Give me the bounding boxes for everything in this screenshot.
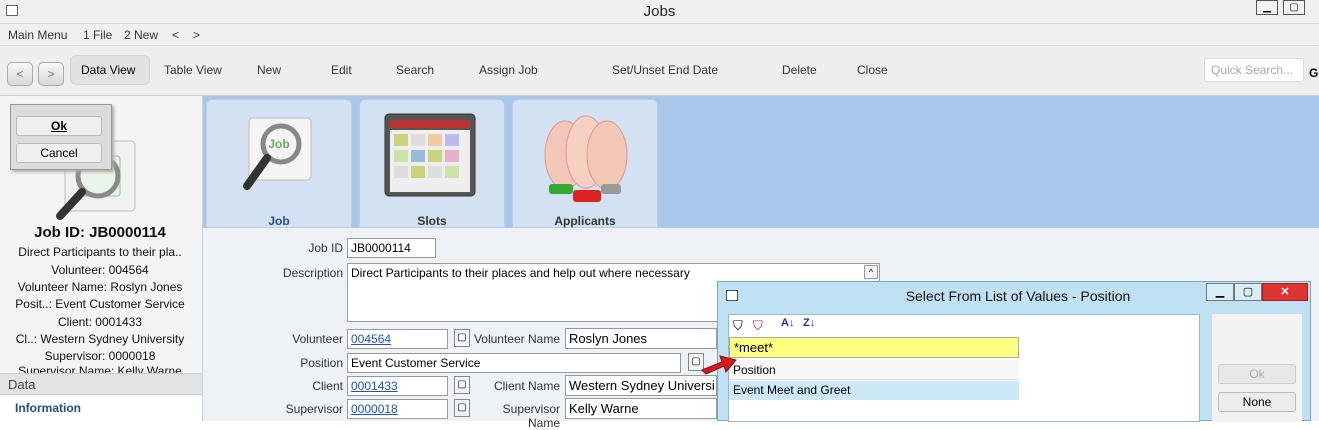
- forward-button[interactable]: >: [38, 62, 64, 86]
- popup-ok-button[interactable]: Ok: [1218, 364, 1296, 384]
- menu-main[interactable]: Main Menu: [8, 28, 67, 42]
- supervisor-label: Supervisor: [285, 402, 343, 416]
- client-label: Client: [312, 379, 343, 393]
- popup-list-panel: ⛉ ⛉ A↓ Z↓ *meet* Position Event Meet and…: [728, 314, 1200, 422]
- raised-hands-icon: [544, 115, 628, 202]
- tab-applicants[interactable]: Applicants: [512, 99, 658, 228]
- supervisor-name-field[interactable]: Kelly Warne: [565, 398, 717, 419]
- supervisor-field[interactable]: 0000018: [347, 399, 448, 419]
- nav-section-label: Data: [8, 377, 36, 392]
- volunteer-field[interactable]: 004564: [347, 329, 448, 349]
- menu-file[interactable]: 1 File: [83, 28, 112, 42]
- menu-next[interactable]: >: [193, 28, 200, 42]
- tab-applicants-label: Applicants: [554, 214, 616, 228]
- summary-supervisor-name: Supervisor Name: Kelly Warne: [18, 364, 182, 373]
- client-lookup-icon[interactable]: ▢: [454, 376, 470, 394]
- new-button[interactable]: New: [257, 63, 281, 77]
- red-arrow-icon: [701, 355, 737, 375]
- close-button[interactable]: Close: [857, 63, 888, 77]
- clear-filter-icon[interactable]: ⛉: [753, 318, 763, 334]
- supervisor-lookup-icon[interactable]: ▢: [454, 399, 470, 417]
- nav-section-data: Data: [0, 373, 202, 395]
- volunteer-lookup-icon[interactable]: ▢: [454, 329, 470, 347]
- ok-cancel-dialog: Ok Cancel: [10, 104, 112, 170]
- title-bar: Jobs ▁ ▢: [0, 0, 1319, 24]
- window-title: Jobs: [643, 3, 676, 20]
- maximize-button[interactable]: ▢: [1283, 0, 1305, 15]
- job-id-label: Job ID: [308, 241, 343, 255]
- popup-button-panel: Ok None: [1212, 314, 1302, 422]
- popup-title: Select From List of Values - Position: [905, 288, 1131, 304]
- assign-job-button[interactable]: Assign Job: [479, 63, 538, 77]
- toolbar: < > Data View Table View New Edit Search…: [0, 46, 1319, 96]
- summary-description: Direct Participants to their pla..: [18, 245, 182, 259]
- popup-maximize-button[interactable]: ▢: [1234, 283, 1262, 301]
- nav-item-information[interactable]: Information: [0, 396, 202, 421]
- tab-slots-label: Slots: [417, 214, 447, 228]
- chevron-up-icon[interactable]: ^: [864, 265, 878, 279]
- column-header-position[interactable]: Position: [729, 360, 1019, 380]
- delete-button[interactable]: Delete: [782, 63, 817, 77]
- overflow-label: G: [1309, 66, 1319, 80]
- svg-text:Job: Job: [268, 137, 289, 151]
- popup-none-button[interactable]: None: [1218, 392, 1296, 412]
- list-of-values-dialog: Select From List of Values - Position ▁ …: [717, 281, 1311, 422]
- description-label: Description: [282, 266, 343, 280]
- quick-search-input[interactable]: Quick Search...: [1204, 58, 1304, 82]
- set-unset-end-date-button[interactable]: Set/Unset End Date: [612, 63, 718, 77]
- sort-descending-icon[interactable]: Z↓: [803, 317, 815, 329]
- tab-slots[interactable]: Slots: [359, 99, 505, 228]
- list-row[interactable]: Event Meet and Greet: [729, 381, 1019, 400]
- summary-client-name: Cl..: Western Sydney University: [15, 332, 185, 346]
- summary-supervisor: Supervisor: 0000018: [44, 349, 156, 363]
- volunteer-name-field[interactable]: Roslyn Jones: [565, 328, 717, 349]
- popup-close-button[interactable]: ✕: [1262, 283, 1308, 301]
- volunteer-name-label: Volunteer Name: [473, 332, 560, 346]
- volunteer-label: Volunteer: [292, 332, 343, 346]
- job-tab-icon: Job: [243, 117, 312, 190]
- search-button[interactable]: Search: [396, 63, 434, 77]
- edit-button[interactable]: Edit: [331, 63, 352, 77]
- summary-volunteer: Volunteer: 004564: [51, 263, 149, 277]
- job-id-field[interactable]: JB0000114: [347, 238, 436, 258]
- calendar-grid-icon: [384, 113, 476, 197]
- data-view-label: Data View: [81, 63, 136, 77]
- client-name-label: Client Name: [493, 379, 560, 393]
- client-field[interactable]: 0001433: [347, 376, 448, 396]
- position-field[interactable]: Event Customer Service: [347, 353, 681, 373]
- client-name-field[interactable]: Western Sydney Universi: [565, 375, 717, 396]
- position-label: Position: [300, 356, 343, 370]
- popup-minimize-button[interactable]: ▁: [1206, 283, 1234, 301]
- menu-new[interactable]: 2 New: [124, 28, 158, 42]
- back-button[interactable]: <: [7, 62, 33, 86]
- sort-ascending-icon[interactable]: A↓: [781, 317, 794, 329]
- summary-position: Posit..: Event Customer Service: [15, 297, 185, 311]
- tab-job-label: Job: [268, 214, 290, 228]
- minimize-button[interactable]: ▁: [1256, 0, 1278, 15]
- tab-job[interactable]: Job Job: [206, 99, 352, 228]
- dialog-cancel-button[interactable]: Cancel: [16, 143, 102, 163]
- menu-bar: Main Menu 1 File 2 New < >: [0, 24, 1319, 46]
- summary-client: Client: 0001433: [57, 315, 143, 329]
- supervisor-name-label: Supervisor Name: [502, 402, 560, 430]
- dialog-ok-button[interactable]: Ok: [16, 116, 102, 136]
- nav-item-label: Information: [15, 401, 81, 415]
- summary-volunteer-name: Volunteer Name: Roslyn Jones: [17, 280, 183, 294]
- filter-input[interactable]: *meet*: [729, 337, 1019, 358]
- data-view-button[interactable]: Data View: [70, 55, 150, 85]
- table-view-button[interactable]: Table View: [164, 63, 222, 77]
- filter-icon[interactable]: ⛉: [733, 318, 743, 334]
- summary-job-id: Job ID: JB0000114: [34, 224, 166, 241]
- popup-app-icon: [726, 290, 738, 301]
- menu-prev[interactable]: <: [172, 28, 179, 42]
